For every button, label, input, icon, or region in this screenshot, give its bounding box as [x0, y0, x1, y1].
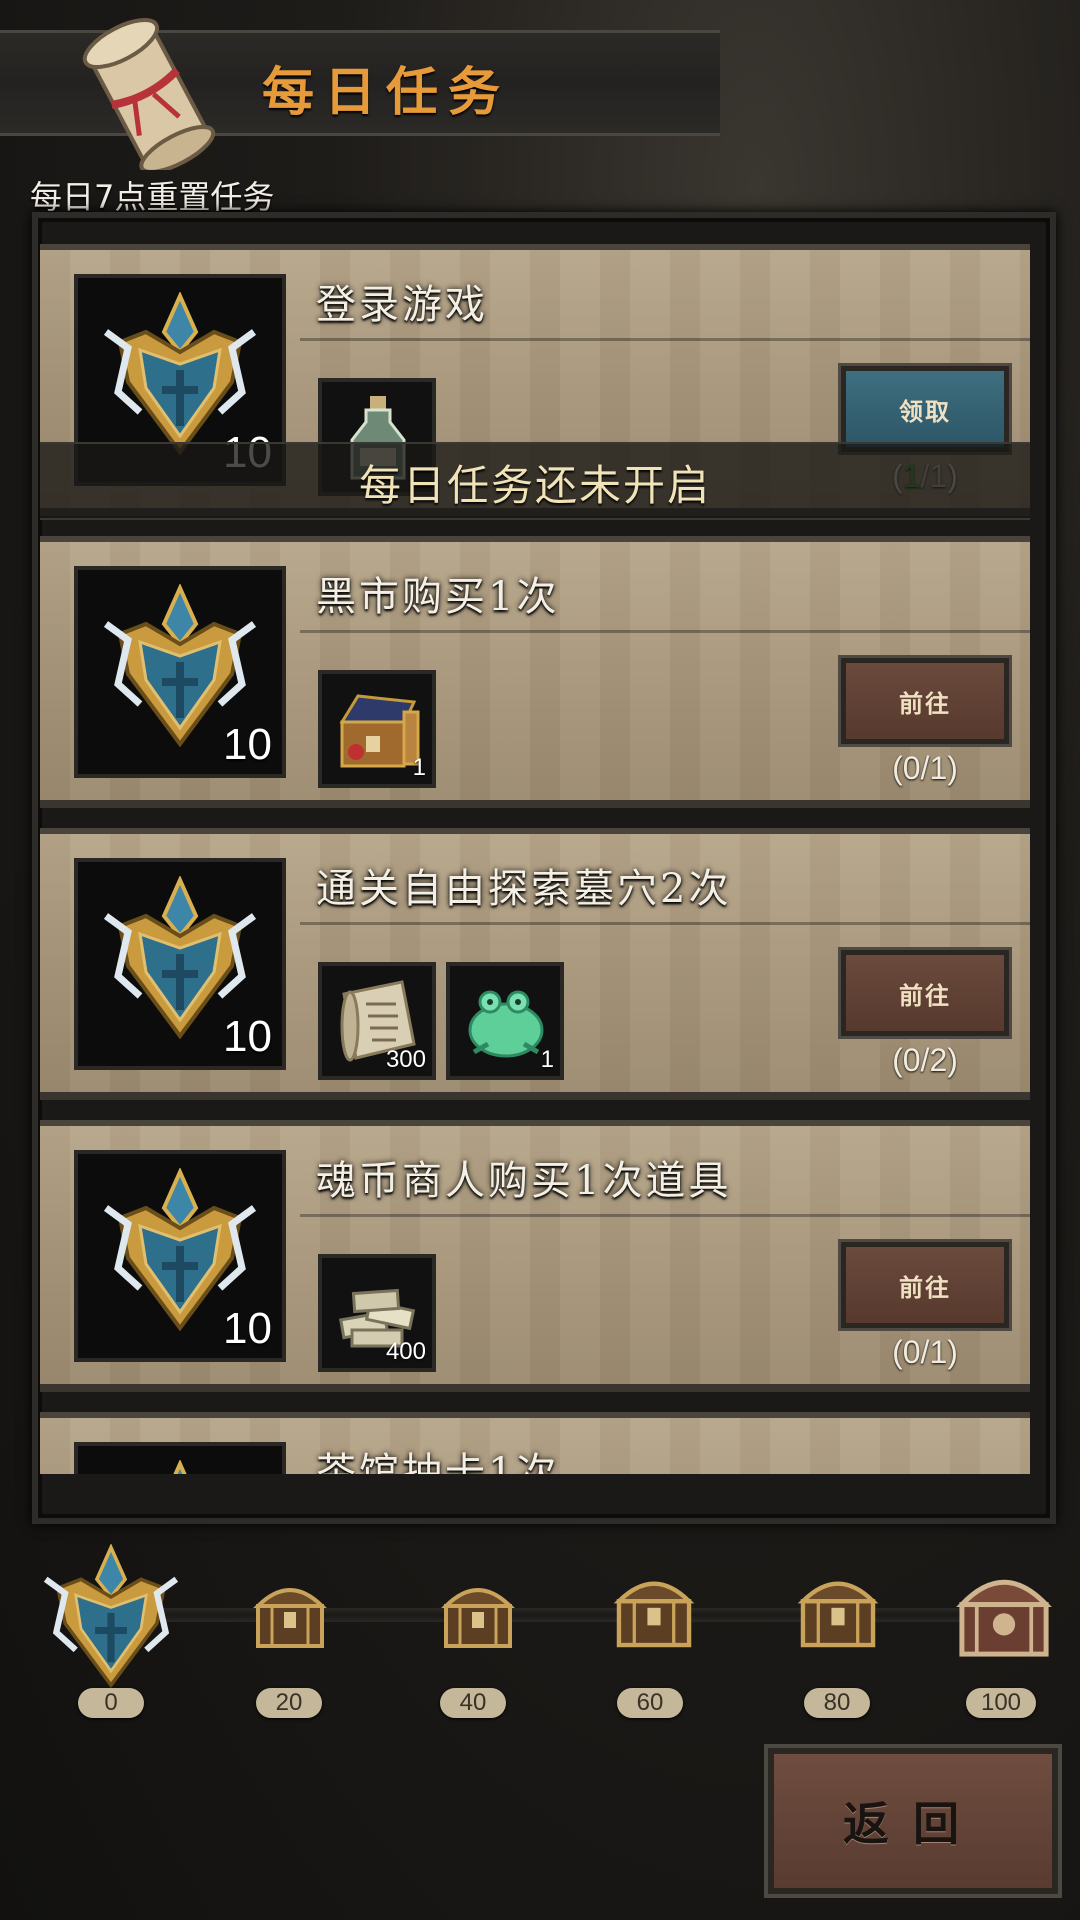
scroll-icon [82, 17, 216, 170]
task-name: 通关自由探索墓穴2次 [316, 866, 732, 912]
task-progress: (0/1) [892, 750, 958, 786]
medal-reward: 10 [74, 858, 286, 1070]
go-button[interactable]: 前往 [838, 947, 1012, 1039]
milestone-chest-80[interactable] [792, 1564, 884, 1656]
milestone-label: 100 [966, 1688, 1036, 1718]
treasure-chest-icon [956, 1579, 1052, 1657]
back-button[interactable]: 返回 [764, 1744, 1062, 1898]
medal-icon [43, 1544, 179, 1689]
reward-quantity: 400 [385, 1338, 426, 1365]
milestone-label: 20 [256, 1688, 322, 1718]
treasure-chest-icon [441, 1588, 515, 1648]
medal-count: 10 [223, 1012, 272, 1061]
reward-quantity: 300 [385, 1046, 426, 1073]
task-name: 登录游戏 [316, 282, 488, 328]
milestone-chest-60[interactable] [608, 1564, 700, 1656]
milestone-label: 60 [617, 1688, 683, 1718]
milestone-chest-40[interactable] [436, 1572, 520, 1656]
locked-overlay: 每日任务还未开启 [40, 442, 1030, 520]
milestone-label: 80 [804, 1688, 870, 1718]
locked-message: 每日任务还未开启 [358, 461, 711, 510]
reward-item[interactable]: 1 [446, 962, 564, 1080]
milestone-label: 0 [78, 1688, 144, 1718]
task-progress: (0/2) [892, 1042, 958, 1078]
medal-count: 10 [223, 720, 272, 769]
reward-quantity: 1 [412, 754, 426, 781]
task-list[interactable]: 10 登录游戏 领取 (1/1) 10 黑市购买1次 [40, 236, 1030, 1474]
page-title: 每日任务 [262, 62, 511, 123]
task-card-explore-tomb: 10 通关自由探索墓穴2次 300 1 前往 (0/2) [40, 828, 1030, 1100]
medal-reward: 10 [74, 1150, 286, 1362]
go-button[interactable]: 前往 [838, 1239, 1012, 1331]
reward-item[interactable]: 300 [318, 962, 436, 1080]
milestone-chest-100[interactable] [952, 1560, 1056, 1664]
milestone-chest-20[interactable] [248, 1572, 332, 1656]
treasure-chest-icon [339, 694, 420, 768]
task-progress: (0/1) [892, 1334, 958, 1370]
treasure-chest-icon [613, 1581, 695, 1648]
jade-toad-icon [468, 990, 544, 1058]
task-card-soul-merchant: 10 魂币商人购买1次道具 400 前往 (0/1) [40, 1120, 1030, 1392]
medal-reward [74, 1442, 286, 1474]
task-name: 魂币商人购买1次道具 [316, 1158, 732, 1204]
reward-item[interactable]: 400 [318, 1254, 436, 1372]
task-name: 黑市购买1次 [316, 574, 560, 620]
milestone-medal [36, 1544, 186, 1694]
medal-reward: 10 [74, 566, 286, 778]
reward-item[interactable]: 1 [318, 670, 436, 788]
task-card-teahouse-draw: 茶馆抽卡1次 [40, 1412, 1030, 1474]
treasure-chest-icon [253, 1588, 327, 1648]
claim-button[interactable]: 领取 [838, 363, 1012, 455]
medal-count: 10 [223, 1304, 272, 1353]
milestone-label: 40 [440, 1688, 506, 1718]
task-card-black-market: 10 黑市购买1次 1 前往 (0/1) [40, 536, 1030, 808]
task-name: 茶馆抽卡1次 [316, 1450, 560, 1474]
go-button[interactable]: 前往 [838, 655, 1012, 747]
reward-quantity: 1 [540, 1046, 554, 1073]
treasure-chest-icon [797, 1581, 879, 1648]
medal-icon [173, 1460, 187, 1474]
